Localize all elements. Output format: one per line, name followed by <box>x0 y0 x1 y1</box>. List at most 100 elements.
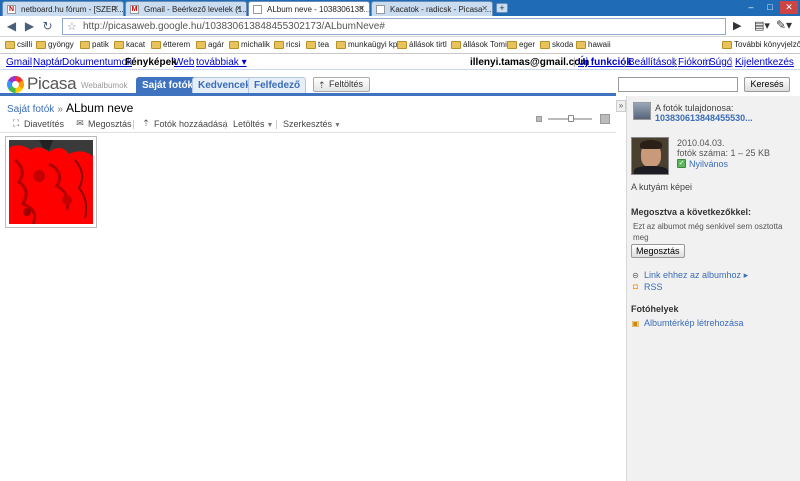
bookmark-star-icon[interactable]: ☆ <box>67 20 77 33</box>
tab-close-icon[interactable]: ✕ <box>481 4 488 13</box>
maximize-icon[interactable]: □ <box>761 1 779 14</box>
bookmark-folder[interactable]: ricsi <box>274 40 300 49</box>
folder-icon <box>576 41 586 49</box>
folder-icon <box>336 41 346 49</box>
gmail-favicon-icon: M <box>130 5 139 14</box>
browser-tab-gmail[interactable]: M Gmail - Beérkező levelek (1... ✕ <box>125 1 247 16</box>
gbar-user-email: illenyi.tamas@gmail.com <box>470 57 590 68</box>
rss-icon: ◘ <box>633 282 638 291</box>
tab-close-icon[interactable]: ✕ <box>112 4 119 13</box>
breadcrumb-my-photos-link[interactable]: Saját fotók <box>7 104 54 115</box>
gbar-settings-link[interactable]: Beállítások <box>628 57 677 68</box>
gbar-divider <box>0 69 800 70</box>
page-menu-icon[interactable]: ▤▾ <box>754 19 770 32</box>
shared-heading: Megosztva a következőkkel: <box>631 207 752 217</box>
folder-icon <box>229 41 239 49</box>
logo-name: Picasa <box>27 74 77 93</box>
gbar-signout-link[interactable]: Kijelentkezés <box>735 57 794 68</box>
bookmark-folder[interactable]: étterem <box>151 40 190 49</box>
folder-icon <box>397 41 407 49</box>
gbar-more-link[interactable]: továbbiak ▾ <box>196 57 247 68</box>
bookmark-folder[interactable]: agár <box>196 40 224 49</box>
bookmark-folder[interactable]: eger <box>507 40 535 49</box>
album-toolbar: ⛶ Diavetítés ✉ Megosztás ⇡ Fotók hozzáad… <box>0 116 616 133</box>
gbar-calendar-link[interactable]: Naptár <box>33 57 63 68</box>
sidebar-collapse-icon[interactable]: » <box>616 100 626 112</box>
bookmark-folder[interactable]: csilli <box>5 40 32 49</box>
gbar-separator: | <box>730 57 733 68</box>
create-album-map-link[interactable]: Albumtérkép létrehozása <box>644 318 744 328</box>
bookmark-folder[interactable]: munkaügyi kp <box>336 40 397 49</box>
tab-explore[interactable]: Felfedező <box>248 77 307 94</box>
url-input[interactable] <box>83 20 713 33</box>
forward-arrow-icon[interactable]: ▶ <box>22 19 37 34</box>
gbar-web-link[interactable]: Web <box>174 57 194 68</box>
browser-tabstrip: N netboard.hu fórum - [SZER... ✕ M Gmail… <box>0 0 800 17</box>
tab-underline <box>0 93 616 96</box>
bookmark-folder[interactable]: gyöngy <box>36 40 74 49</box>
browser-tab-kacatok[interactable]: Kacatok - radicsk - Picasa ... ✕ <box>371 1 493 16</box>
visibility-link[interactable]: Nyilvános <box>689 159 728 169</box>
owner-avatar[interactable] <box>633 102 651 120</box>
folder-icon <box>5 41 15 49</box>
folder-icon <box>274 41 284 49</box>
bookmark-folder[interactable]: kacat <box>114 40 145 49</box>
folder-icon <box>36 41 46 49</box>
rss-link[interactable]: RSS <box>644 282 663 292</box>
minimize-icon[interactable]: – <box>742 1 760 14</box>
toolbar-divider <box>133 120 134 129</box>
share-button[interactable]: ✉ Megosztás <box>75 119 131 130</box>
download-menu[interactable]: Letöltés ▼ <box>220 119 273 129</box>
bookmark-folder[interactable]: hawaii <box>576 40 611 49</box>
bookmark-folder[interactable]: állások tirtl <box>397 40 447 49</box>
reload-icon[interactable]: ↻ <box>40 19 55 34</box>
search-input[interactable] <box>618 77 738 92</box>
photo-thumbnail[interactable] <box>5 136 97 228</box>
bookmark-folder[interactable]: michalik <box>229 40 270 49</box>
folder-icon <box>151 41 161 49</box>
browser-tab-album[interactable]: ALbum neve - 1038306138... ✕ <box>248 1 370 17</box>
new-tab-button[interactable]: + <box>496 3 508 13</box>
close-window-icon[interactable]: ✕ <box>780 1 798 14</box>
album-link[interactable]: Link ehhez az albumhoz ▸ <box>644 270 748 281</box>
browser-tab-netboard[interactable]: N netboard.hu fórum - [SZER... ✕ <box>2 1 124 16</box>
owner-link[interactable]: 103830613848455530... <box>655 113 753 123</box>
album-photo-count: fotók száma: 1 – 25 KB <box>677 148 771 158</box>
picasa-pinwheel-icon <box>7 76 24 93</box>
upload-arrow-icon: ⇡ <box>142 118 150 128</box>
go-arrow-icon[interactable]: ▶ <box>733 19 741 32</box>
folder-icon <box>306 41 316 49</box>
slideshow-button[interactable]: ⛶ Diavetítés <box>11 119 64 130</box>
add-photos-button[interactable]: ⇡ Fotók hozzáadása <box>141 118 227 130</box>
bookmark-folder[interactable]: állások Tomi <box>451 40 507 49</box>
gbar-gmail-link[interactable]: Gmail <box>6 57 32 68</box>
edit-menu[interactable]: Szerkesztés ▼ <box>270 119 341 129</box>
bookmark-folder[interactable]: tea <box>306 40 329 49</box>
gbar-separator: | <box>704 57 707 68</box>
wrench-menu-icon[interactable]: ✎▾ <box>776 18 792 32</box>
map-icon: ▣ <box>631 319 640 328</box>
chevron-down-icon: ▼ <box>334 122 341 129</box>
bookmark-folder[interactable]: patik <box>80 40 109 49</box>
folder-icon <box>80 41 90 49</box>
logo-subtitle: Webalbumok <box>81 81 128 90</box>
search-button[interactable]: Keresés <box>744 77 790 92</box>
sidebar-share-button[interactable]: Megosztás <box>631 244 685 258</box>
tab-my-photos[interactable]: Saját fotók <box>136 77 200 94</box>
netboard-favicon-icon: N <box>7 5 16 14</box>
google-bar: Gmail Naptár Dokumentumok Fényképek Web … <box>0 54 800 70</box>
tab-close-icon[interactable]: ✕ <box>358 4 365 13</box>
gbar-docs-link[interactable]: Dokumentumok <box>62 57 132 68</box>
shared-text: Ezt az albumot még senkivel sem osztotta… <box>633 222 783 242</box>
upload-button[interactable]: ⇡ Feltöltés <box>313 77 371 92</box>
gbar-photos-current: Fényképek <box>125 57 177 68</box>
tab-close-icon[interactable]: ✕ <box>235 4 242 13</box>
gbar-help-link[interactable]: Súgó <box>709 57 732 68</box>
folder-icon <box>114 41 124 49</box>
other-bookmarks[interactable]: További könyvjelzők <box>722 40 800 49</box>
bookmark-folder[interactable]: skoda <box>540 40 573 49</box>
address-bar[interactable]: ☆ <box>62 18 726 35</box>
back-arrow-icon[interactable]: ◀ <box>4 19 19 34</box>
gbar-separator: | <box>673 57 676 68</box>
album-cover-photo[interactable] <box>631 137 669 175</box>
